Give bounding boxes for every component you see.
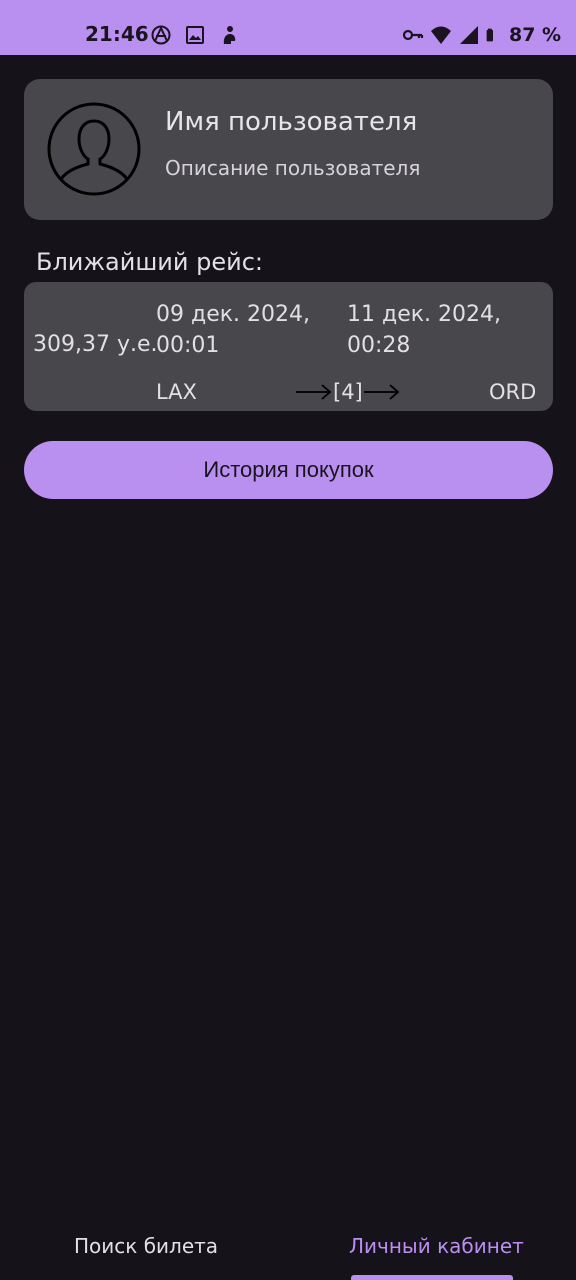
departure-time: 00:01 (156, 333, 220, 358)
stops-count: [4] (333, 380, 363, 404)
user-avatar-icon (47, 102, 141, 196)
departure-date: 09 дек. 2024, (156, 302, 310, 327)
route-line: [4] (296, 378, 400, 406)
status-icons-right: 87 % (402, 24, 561, 46)
arrival-date: 11 дек. 2024, (347, 302, 501, 327)
nearest-flight-label: Ближайший рейс: (36, 248, 263, 276)
profile-card[interactable]: Имя пользователя Описание пользователя (24, 79, 553, 220)
departure-datetime: 09 дек. 2024, 00:01 (156, 299, 310, 361)
cell-signal-icon (460, 26, 478, 44)
purchase-history-button[interactable]: История покупок (24, 441, 553, 499)
nav-personal-account[interactable]: Личный кабинет (349, 1234, 524, 1258)
status-bar: 21:46 87 % (0, 0, 576, 55)
baby-icon (223, 26, 236, 44)
origin-airport: LAX (156, 380, 197, 404)
screen: 21:46 87 % Имя пользователя Описание пол… (0, 0, 576, 1280)
arrival-time: 00:28 (347, 333, 411, 358)
image-icon (186, 26, 204, 44)
user-description: Описание пользователя (165, 156, 421, 180)
flight-card[interactable]: 309,37 у.е. 09 дек. 2024, 00:01 11 дек. … (24, 282, 553, 411)
destination-airport: ORD (489, 380, 537, 404)
bottom-nav: Поиск билета Личный кабинет (0, 1210, 576, 1280)
nav-active-indicator (351, 1275, 513, 1280)
key-icon (402, 29, 424, 41)
wifi-icon (431, 26, 451, 44)
nav-ticket-search[interactable]: Поиск билета (74, 1234, 218, 1258)
arrow-right-icon (363, 384, 400, 400)
battery-icon (486, 28, 493, 42)
anarchy-icon (151, 25, 171, 45)
flight-price: 309,37 у.е. (33, 332, 158, 357)
status-icons-left (150, 24, 240, 46)
arrival-datetime: 11 дек. 2024, 00:28 (347, 299, 501, 361)
arrow-right-icon (296, 384, 332, 400)
user-name: Имя пользователя (165, 107, 418, 137)
status-time: 21:46 (85, 22, 149, 46)
battery-percent: 87 % (509, 24, 562, 46)
